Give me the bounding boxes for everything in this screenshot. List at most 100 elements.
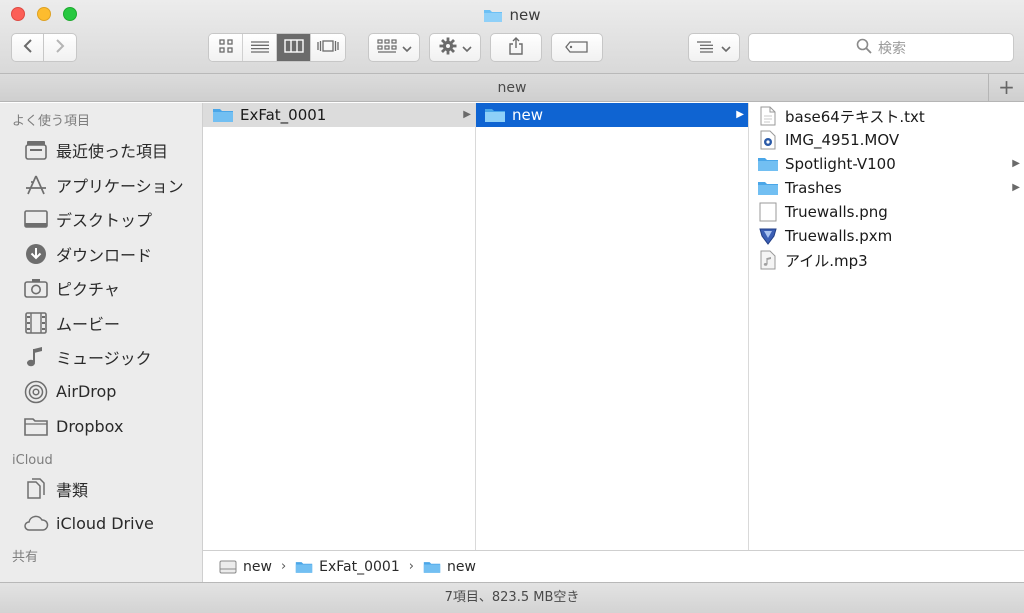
list-item[interactable]: IMG_4951.MOV <box>749 128 1024 152</box>
icon-view-button[interactable] <box>209 34 243 61</box>
column-view-button[interactable] <box>277 34 311 61</box>
sidebar-item-label: 最近使った項目 <box>56 142 169 162</box>
folder-icon <box>484 106 506 124</box>
sidebar-header-favorites: よく使う項目 <box>12 114 91 129</box>
chevron-down-icon <box>461 38 472 57</box>
sidebar-item-movies[interactable]: ムービー <box>0 306 202 341</box>
list-item[interactable]: アイル.mp3 <box>749 248 1024 272</box>
browser-column-3: base64テキスト.txt IMG_4951.MOV Spotlight-V1… <box>749 103 1024 550</box>
gear-icon <box>439 37 457 59</box>
sidebar-item-label: AirDrop <box>56 382 117 402</box>
disclosure-arrow-icon: ▶ <box>463 109 471 120</box>
sidebar-item-label: ピクチャ <box>56 280 120 300</box>
title-bar: new 検索 <box>0 0 1024 74</box>
sidebar-item-label: デスクトップ <box>56 211 153 231</box>
sidebar-item-dropbox[interactable]: Dropbox <box>0 409 202 444</box>
breadcrumb-separator-icon: › <box>280 559 287 574</box>
group-list-icon <box>697 38 717 57</box>
sidebar-item-label: 書類 <box>56 480 89 500</box>
columns-icon <box>283 38 304 57</box>
grid-icon <box>218 38 233 57</box>
browser-column-2: new ▶ <box>476 103 749 550</box>
search-icon <box>856 38 872 58</box>
breadcrumb-label: new <box>446 558 476 575</box>
sidebar-item-label: ミュージック <box>56 349 152 369</box>
item-label: Trashes <box>785 179 842 197</box>
arrange-button[interactable] <box>368 33 420 62</box>
folder-icon <box>757 155 779 173</box>
forward-button[interactable] <box>43 33 77 62</box>
camera-icon <box>23 276 49 300</box>
desktop-icon <box>23 207 49 231</box>
folder-icon <box>483 7 503 29</box>
chevron-left-icon <box>23 38 33 58</box>
chevron-down-icon <box>721 38 731 57</box>
back-button[interactable] <box>11 33 44 62</box>
sidebar-item-desktop[interactable]: デスクトップ <box>0 202 202 237</box>
item-label: Truewalls.pxm <box>785 227 893 245</box>
breadcrumb-label: ExFat_0001 <box>319 558 400 575</box>
tab-new[interactable]: new <box>498 80 527 96</box>
group-button[interactable] <box>688 33 740 62</box>
list-item[interactable]: Spotlight-V100 ▶ <box>749 152 1024 176</box>
documents-icon <box>23 477 49 501</box>
sidebar-item-pictures[interactable]: ピクチャ <box>0 271 202 306</box>
sidebar-header-shared: 共有 <box>12 549 39 565</box>
breadcrumb-item[interactable]: new <box>423 559 476 575</box>
list-item[interactable]: ExFat_0001 ▶ <box>203 103 475 127</box>
list-item[interactable]: base64テキスト.txt <box>749 104 1024 128</box>
search-input[interactable]: 検索 <box>748 33 1014 62</box>
tags-button[interactable] <box>551 33 603 62</box>
sidebar-item-downloads[interactable]: ダウンロード <box>0 237 202 272</box>
disclosure-arrow-icon: ▶ <box>1012 182 1020 193</box>
item-label: base64テキスト.txt <box>785 107 925 126</box>
sidebar-item-music[interactable]: ミュージック <box>0 340 202 375</box>
breadcrumb-item[interactable]: new <box>219 559 272 575</box>
disclosure-arrow-icon: ▶ <box>736 109 744 120</box>
sidebar-item-recents[interactable]: 最近使った項目 <box>0 133 202 168</box>
action-button[interactable] <box>429 33 481 62</box>
cover-flow-view-button[interactable] <box>311 34 345 61</box>
tab-bar: new + <box>0 74 1024 102</box>
image-file-icon <box>757 202 779 222</box>
applications-icon <box>23 173 49 197</box>
tag-icon <box>565 38 589 57</box>
folder-icon <box>757 179 779 197</box>
item-label: Truewalls.png <box>785 203 888 221</box>
sidebar-item-label: Dropbox <box>56 416 124 436</box>
text-file-icon <box>757 106 779 126</box>
add-tab-button[interactable]: + <box>988 74 1024 102</box>
list-item[interactable]: Truewalls.png <box>749 200 1024 224</box>
item-label: new <box>512 106 544 124</box>
sidebar-item-label: アプリケーション <box>56 176 184 196</box>
folder-icon <box>23 414 49 438</box>
music-note-icon <box>23 345 49 369</box>
chevron-right-icon <box>55 38 65 58</box>
item-label: IMG_4951.MOV <box>785 131 900 149</box>
drive-icon <box>219 559 237 575</box>
search-placeholder: 検索 <box>878 40 906 57</box>
item-label: ExFat_0001 <box>240 106 327 124</box>
list-item[interactable]: Trashes ▶ <box>749 176 1024 200</box>
sidebar-item-label: ムービー <box>56 314 121 334</box>
share-button[interactable] <box>490 33 542 62</box>
audio-file-icon <box>757 250 779 270</box>
sidebar-item-icloud-drive[interactable]: iCloud Drive <box>0 506 202 541</box>
breadcrumb-separator-icon: › <box>408 559 414 574</box>
list-item[interactable]: Truewalls.pxm <box>749 224 1024 248</box>
item-label: アイル.mp3 <box>785 251 868 270</box>
view-mode-control[interactable] <box>208 33 346 62</box>
list-view-button[interactable] <box>243 34 277 61</box>
sidebar-item-applications[interactable]: アプリケーション <box>0 168 202 203</box>
movie-file-icon <box>757 130 779 150</box>
downloads-icon <box>23 242 49 266</box>
disclosure-arrow-icon: ▶ <box>1012 158 1020 169</box>
sidebar-item-label: ダウンロード <box>56 245 153 265</box>
sidebar-item-airdrop[interactable]: AirDrop <box>0 375 202 410</box>
cloud-icon <box>23 511 49 535</box>
sidebar-item-label: iCloud Drive <box>56 513 154 533</box>
sidebar-item-documents[interactable]: 書類 <box>0 472 202 507</box>
breadcrumb-item[interactable]: ExFat_0001 <box>295 559 400 575</box>
list-item[interactable]: new ▶ <box>476 103 748 127</box>
list-icon <box>250 38 269 57</box>
